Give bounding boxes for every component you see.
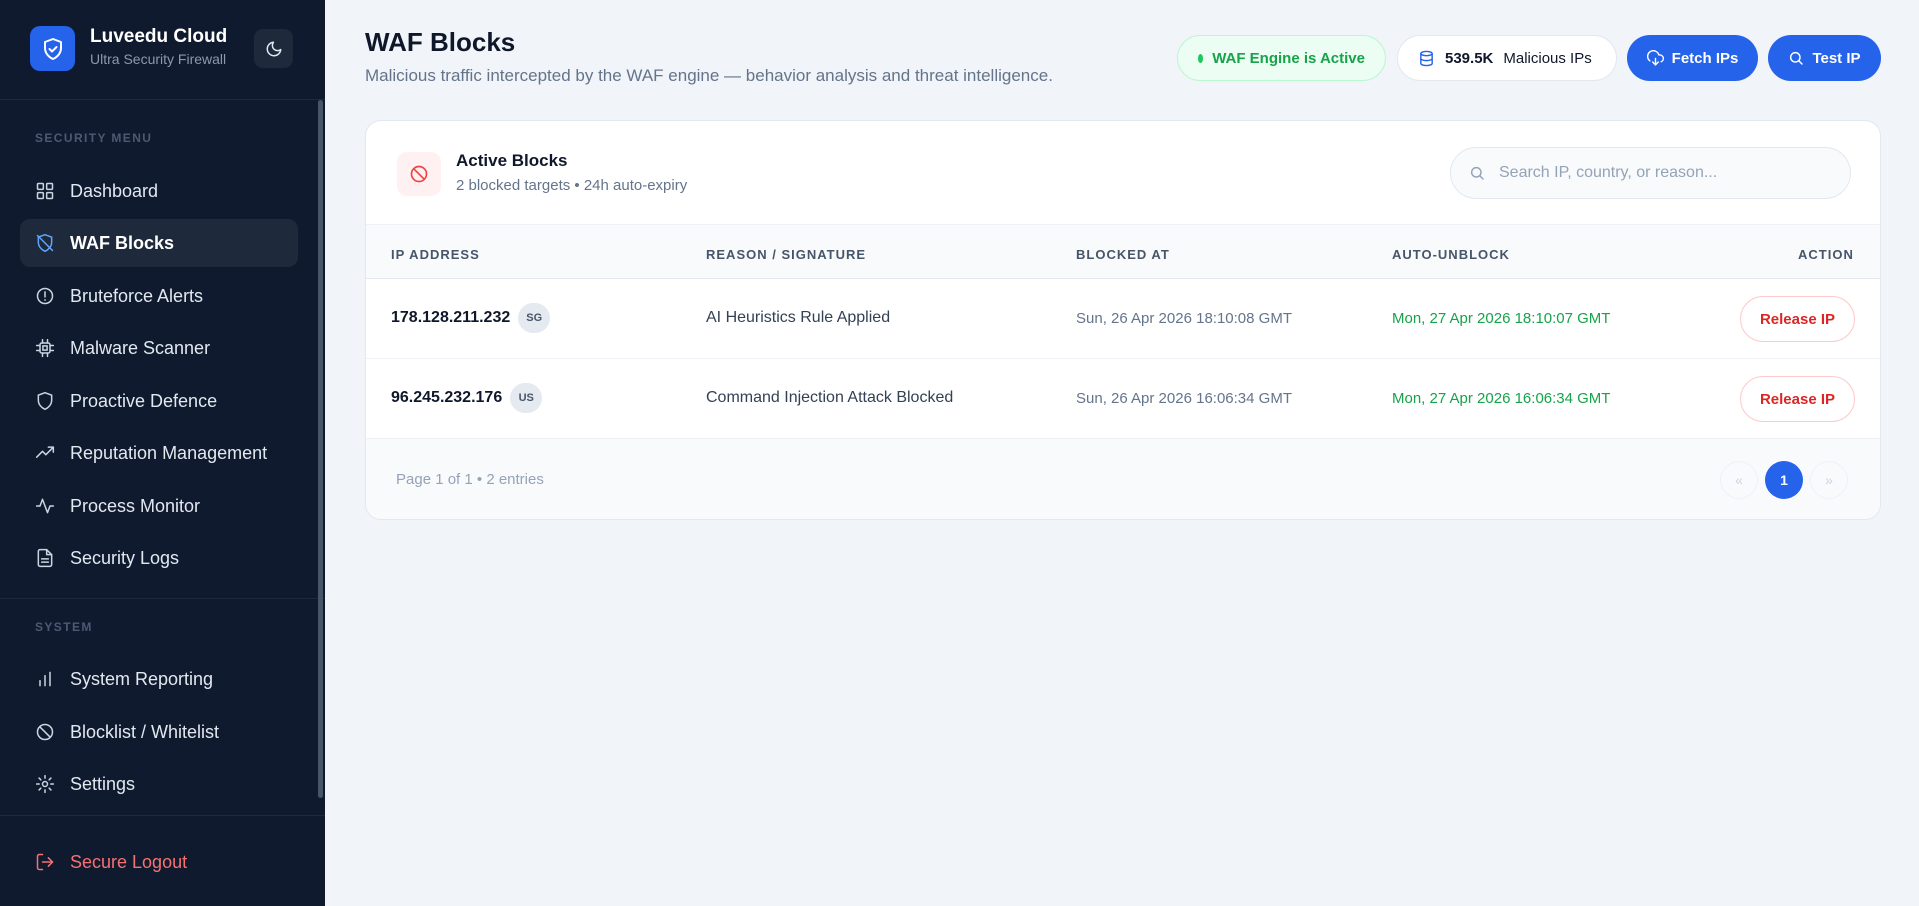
search-input[interactable] [1499, 164, 1819, 182]
theme-toggle-button[interactable] [254, 29, 293, 68]
fetch-ips-button[interactable]: Fetch IPs [1627, 35, 1758, 81]
grid-icon [34, 180, 56, 202]
shield-check-icon [30, 26, 75, 71]
sidebar-divider [0, 815, 325, 816]
security-menu-label: SECURITY MENU [35, 131, 153, 145]
table-header: IP ADDRESS REASON / SIGNATURE BLOCKED AT… [366, 224, 1880, 279]
auto-unblock-cell: Mon, 27 Apr 2026 16:06:34 GMT [1392, 390, 1611, 407]
secure-logout-button[interactable]: Secure Logout [20, 838, 298, 886]
sidebar-item-malware-scanner[interactable]: Malware Scanner [20, 324, 298, 372]
sidebar-item-label: Blocklist / Whitelist [70, 721, 220, 742]
reason-cell: AI Heuristics Rule Applied [706, 309, 891, 326]
table-row: 178.128.211.232 SG AI Heuristics Rule Ap… [366, 279, 1880, 359]
page-title: WAF Blocks [365, 27, 516, 57]
country-badge: SG [518, 303, 551, 333]
sidebar-item-system-reporting[interactable]: System Reporting [20, 655, 298, 703]
moon-icon [265, 40, 283, 58]
brand-header: Luveedu Cloud Ultra Security Firewall [0, 0, 325, 100]
table-footer: Page 1 of 1 • 2 entries « 1 » [366, 439, 1880, 519]
column-header-reason: REASON / SIGNATURE [706, 247, 867, 262]
malicious-ips-badge: 539.5K Malicious IPs [1397, 35, 1617, 81]
bar-chart-icon [34, 668, 56, 690]
malicious-count: 539.5K [1445, 49, 1494, 67]
gear-icon [34, 773, 56, 795]
chip-icon [34, 337, 56, 359]
sidebar-item-label: Proactive Defence [70, 390, 218, 411]
release-ip-button[interactable]: Release IP [1740, 296, 1855, 342]
country-badge: US [510, 383, 543, 413]
malicious-label: Malicious IPs [1503, 49, 1592, 67]
system-menu-label: SYSTEM [35, 620, 93, 634]
status-dot-icon [1198, 53, 1204, 63]
ip-cell: 178.128.211.232 SG [391, 303, 551, 333]
sidebar-item-waf-blocks[interactable]: WAF Blocks [20, 219, 298, 267]
table-row: 96.245.232.176 US Command Injection Atta… [366, 359, 1880, 439]
ip-address: 96.245.232.176 [391, 389, 503, 406]
sidebar-item-label: Security Logs [70, 547, 180, 568]
shield-icon [34, 390, 56, 412]
file-text-icon [34, 547, 56, 569]
ban-icon [397, 152, 441, 196]
sidebar-divider [0, 598, 325, 599]
test-ip-label: Test IP [1812, 49, 1861, 67]
activity-icon [34, 495, 56, 517]
sidebar-item-label: Process Monitor [70, 495, 201, 516]
ip-address: 178.128.211.232 [391, 309, 511, 326]
column-header-blocked-at: BLOCKED AT [1076, 247, 1170, 262]
search-icon [1788, 50, 1804, 66]
blocked-at-cell: Sun, 26 Apr 2026 16:06:34 GMT [1076, 390, 1292, 407]
sidebar-item-label: Reputation Management [70, 442, 268, 463]
status-label: WAF Engine is Active [1212, 49, 1365, 67]
ip-cell: 96.245.232.176 US [391, 383, 543, 413]
reason-cell: Command Injection Attack Blocked [706, 389, 954, 406]
column-header-action: ACTION [1798, 247, 1854, 262]
card-subtitle: 2 blocked targets • 24h auto-expiry [456, 177, 688, 194]
trending-up-icon [34, 442, 56, 464]
sidebar-scrollbar[interactable] [318, 100, 323, 798]
sidebar-item-label: System Reporting [70, 668, 214, 689]
sidebar-item-process-monitor[interactable]: Process Monitor [20, 482, 298, 530]
sidebar-item-blocklist-whitelist[interactable]: Blocklist / Whitelist [20, 708, 298, 756]
active-blocks-card: Active Blocks 2 blocked targets • 24h au… [365, 120, 1881, 520]
brand-name: Luveedu Cloud [90, 26, 228, 47]
sidebar-item-bruteforce-alerts[interactable]: Bruteforce Alerts [20, 272, 298, 320]
sidebar-item-label: WAF Blocks [70, 232, 175, 253]
blocked-at-cell: Sun, 26 Apr 2026 18:10:08 GMT [1076, 310, 1292, 327]
pagination-page-1[interactable]: 1 [1765, 461, 1803, 499]
auto-unblock-cell: Mon, 27 Apr 2026 18:10:07 GMT [1392, 310, 1611, 327]
sidebar-item-reputation-management[interactable]: Reputation Management [20, 429, 298, 477]
sidebar-item-security-logs[interactable]: Security Logs [20, 534, 298, 582]
alert-circle-icon [34, 285, 56, 307]
page-subtitle: Malicious traffic intercepted by the WAF… [365, 66, 1053, 85]
logout-label: Secure Logout [70, 851, 188, 872]
sidebar-item-proactive-defence[interactable]: Proactive Defence [20, 377, 298, 425]
sidebar: Luveedu Cloud Ultra Security Firewall SE… [0, 0, 325, 906]
cloud-download-icon [1646, 49, 1664, 67]
search-box [1450, 147, 1851, 199]
fetch-ips-label: Fetch IPs [1671, 49, 1739, 67]
release-ip-button[interactable]: Release IP [1740, 376, 1855, 422]
pagination-summary: Page 1 of 1 • 2 entries [396, 471, 544, 488]
sidebar-item-dashboard[interactable]: Dashboard [20, 167, 298, 215]
column-header-ip: IP ADDRESS [391, 247, 480, 262]
logout-icon [34, 851, 56, 873]
search-icon [1469, 165, 1485, 181]
sidebar-item-label: Settings [70, 773, 136, 794]
pagination-next-button[interactable]: » [1810, 461, 1848, 499]
sidebar-item-label: Malware Scanner [70, 337, 211, 358]
ban-icon [34, 721, 56, 743]
shield-off-icon [34, 232, 56, 254]
waf-status-badge: WAF Engine is Active [1177, 35, 1386, 81]
sidebar-item-label: Dashboard [70, 180, 159, 201]
brand-subtitle: Ultra Security Firewall [90, 51, 227, 67]
pagination-prev-button[interactable]: « [1720, 461, 1758, 499]
database-icon [1418, 50, 1435, 67]
column-header-auto-unblock: AUTO-UNBLOCK [1392, 247, 1510, 262]
test-ip-button[interactable]: Test IP [1768, 35, 1881, 81]
card-title: Active Blocks [456, 151, 568, 170]
sidebar-item-settings[interactable]: Settings [20, 760, 298, 808]
sidebar-item-label: Bruteforce Alerts [70, 285, 204, 306]
